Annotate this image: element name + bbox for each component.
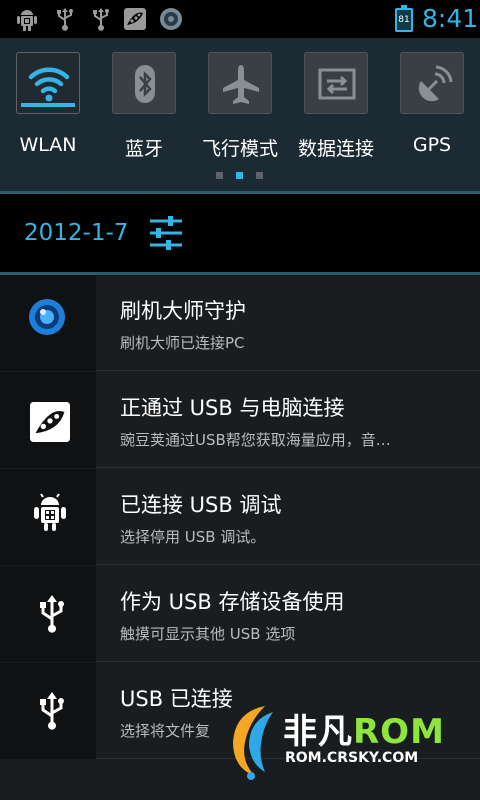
- toggle-data-connection[interactable]: 数据连接: [298, 52, 374, 162]
- toggle-airplane-mode-label: 飞行模式: [201, 138, 278, 160]
- wandoujia-icon: [30, 402, 70, 442]
- toggle-airplane-mode[interactable]: 飞行模式: [202, 52, 278, 162]
- toggle-gps-label: GPS: [412, 134, 452, 156]
- notification-subtitle: 豌豆荚通过USB帮您获取海量应用，音…: [120, 431, 391, 449]
- notification-title: USB 已连接: [120, 687, 233, 711]
- clock: 8:41: [422, 4, 479, 33]
- notification-item[interactable]: 已连接 USB 调试 选择停用 USB 调试。: [0, 469, 480, 565]
- notification-title: 刷机大师守护: [120, 299, 246, 323]
- airplane-icon: [223, 65, 259, 104]
- crsky-swirl-icon: [233, 706, 273, 780]
- toggle-gps-button[interactable]: [400, 52, 464, 114]
- notification-subtitle: 刷机大师已连接PC: [120, 334, 245, 352]
- gps-icon: [418, 65, 453, 102]
- watermark-url: ROM.CRSKY.COM: [285, 750, 419, 766]
- data-connection-icon: [318, 68, 356, 100]
- toggle-data-connection-button[interactable]: [304, 52, 368, 114]
- wandoujia-icon: [124, 8, 146, 30]
- usb-icon: [40, 692, 64, 730]
- date-text: 2012-1-7: [24, 220, 129, 246]
- page-dot: [216, 172, 223, 179]
- watermark-rom: ROM: [353, 712, 445, 752]
- toggle-bluetooth-label: 蓝牙: [124, 138, 163, 160]
- toggle-data-connection-label: 数据连接: [297, 138, 374, 160]
- page-dot: [256, 172, 263, 179]
- notification-subtitle: 选择停用 USB 调试。: [120, 528, 266, 546]
- shuaji-icon: [160, 8, 182, 30]
- toggle-airplane-mode-button[interactable]: [208, 52, 272, 114]
- status-bar: 81 8:41: [0, 0, 480, 38]
- notification-title: 已连接 USB 调试: [120, 493, 282, 517]
- usb-icon: [57, 8, 73, 31]
- notification-subtitle: 触摸可显示其他 USB 选项: [120, 625, 296, 643]
- wifi-icon: [28, 67, 70, 102]
- usb-icon: [40, 595, 64, 633]
- toggle-wlan-button[interactable]: [16, 52, 80, 114]
- notification-title: 作为 USB 存储设备使用: [120, 590, 345, 614]
- toggle-wlan-label: WLAN: [19, 134, 77, 156]
- notification-item[interactable]: 作为 USB 存储设备使用 触摸可显示其他 USB 选项: [0, 566, 480, 662]
- notification-title: 正通过 USB 与电脑连接: [120, 396, 345, 420]
- watermark-logo: 非凡ROM ROM.CRSKY.COM: [225, 700, 465, 785]
- battery-icon: 81: [395, 5, 413, 32]
- toggle-bluetooth[interactable]: 蓝牙: [106, 52, 182, 162]
- date-bar: 2012-1-7: [0, 194, 480, 276]
- android-debug-icon: [34, 493, 66, 531]
- page-dot-active: [236, 172, 243, 179]
- toggle-wlan[interactable]: WLAN: [10, 52, 86, 162]
- quick-settings-panel: WLAN 蓝牙 飞行模式 数据连接 GPS: [0, 38, 480, 193]
- settings-sliders-icon[interactable]: [146, 212, 186, 254]
- page-indicator: [0, 168, 480, 180]
- bluetooth-icon: [135, 65, 155, 103]
- watermark-brand: 非凡: [283, 712, 353, 752]
- toggle-gps[interactable]: GPS: [394, 52, 470, 162]
- notification-item[interactable]: 刷机大师守护 刷机大师已连接PC: [0, 275, 480, 371]
- android-debug-icon: [17, 10, 37, 31]
- usb-icon: [93, 8, 109, 31]
- shuaji-icon: [29, 299, 65, 335]
- notification-subtitle: 选择将文件复: [120, 722, 211, 740]
- toggle-bluetooth-button[interactable]: [112, 52, 176, 114]
- notification-item[interactable]: 正通过 USB 与电脑连接 豌豆荚通过USB帮您获取海量应用，音…: [0, 372, 480, 468]
